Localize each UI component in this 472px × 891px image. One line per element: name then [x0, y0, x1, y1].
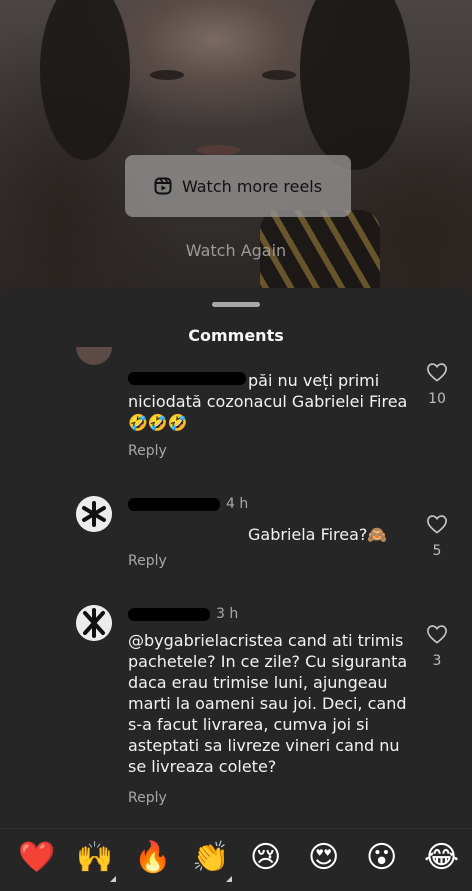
drag-handle[interactable] — [212, 302, 260, 307]
emoji-clapping-hands[interactable]: 👏 — [192, 841, 229, 875]
avatar-image — [76, 496, 112, 532]
emoji-tears-of-joy[interactable]: 😂 — [424, 841, 459, 875]
avatar-image — [76, 605, 112, 641]
comment-time: 4 h — [226, 496, 249, 512]
reels-icon — [154, 177, 172, 195]
sheet-title: Comments — [188, 326, 284, 345]
avatar[interactable] — [76, 605, 112, 641]
video-shape — [40, 0, 130, 160]
comment-meta: 3 h — [128, 606, 238, 622]
comment-time: 3 h — [216, 606, 239, 622]
video-shape — [196, 145, 240, 155]
comment-meta: 4 h — [128, 496, 248, 512]
watch-more-reels-button[interactable]: Watch more reels — [125, 155, 351, 217]
comments-sheet: Comments păi nu veți primi niciodată coz… — [0, 288, 472, 890]
avatar[interactable] — [76, 496, 112, 532]
watch-more-reels-label: Watch more reels — [181, 176, 323, 196]
emoji-surprised-face[interactable]: 😮 — [366, 841, 397, 875]
emoji-crying-face[interactable]: 😢 — [250, 841, 281, 875]
heart-outline-icon — [427, 363, 447, 382]
reply-button[interactable]: Reply — [128, 443, 167, 459]
like-button[interactable] — [426, 362, 448, 384]
video-shape — [300, 0, 410, 170]
heart-outline-icon — [427, 515, 447, 534]
like-button[interactable] — [426, 624, 448, 646]
video-shape — [150, 70, 184, 80]
like-button[interactable] — [426, 514, 448, 536]
skin-tone-indicator — [226, 876, 232, 882]
emoji-reaction-bar: ❤️ 🙌 🔥 👏 😢 😍 😮 😂 — [0, 828, 472, 891]
emoji-heart[interactable]: ❤️ — [18, 841, 55, 875]
like-count: 3 — [432, 653, 442, 669]
emoji-heart-eyes[interactable]: 😍 — [308, 841, 339, 875]
redacted-username — [128, 607, 210, 621]
heart-outline-icon — [427, 625, 447, 644]
like-count: 5 — [432, 543, 442, 559]
reply-button[interactable]: Reply — [128, 553, 167, 569]
emoji-fire[interactable]: 🔥 — [134, 841, 171, 875]
emoji-raising-hands[interactable]: 🙌 — [76, 841, 113, 875]
comment-text: Gabriela Firea?🙈 — [248, 525, 388, 544]
avatar[interactable] — [76, 347, 112, 365]
like-count: 10 — [428, 391, 446, 407]
redacted-username — [128, 497, 220, 511]
comment-text: @bygabrielacristea cand ati trimis pache… — [128, 631, 408, 776]
skin-tone-indicator — [110, 876, 116, 882]
watch-again-button[interactable]: Watch Again — [0, 241, 472, 260]
reel-video[interactable]: Watch more reels Watch Again — [0, 0, 472, 300]
reply-button[interactable]: Reply — [128, 790, 167, 806]
comment-text: păi nu veți primi niciodată cozonacul Ga… — [128, 371, 408, 432]
video-shape — [262, 70, 296, 80]
